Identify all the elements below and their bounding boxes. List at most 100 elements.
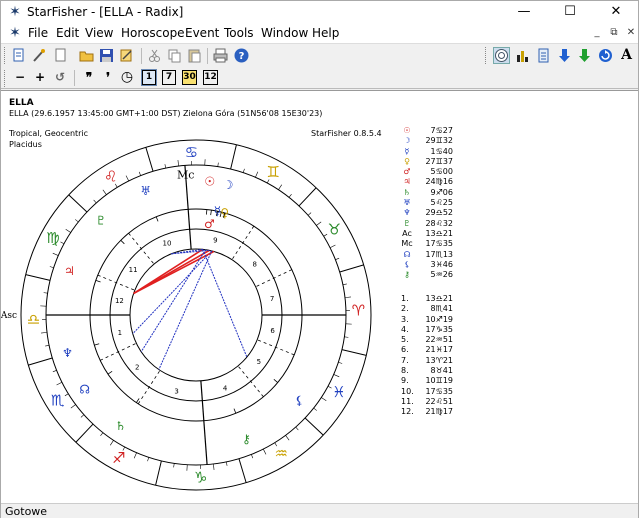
aspect-ring [129, 248, 263, 382]
house-number-label: 6 [270, 327, 275, 335]
planet-position: 13♎21 [425, 228, 453, 238]
mdi-minimize-button[interactable]: _ [589, 26, 605, 40]
house-number: 3. [401, 314, 409, 324]
open-folder-icon[interactable] [78, 47, 95, 64]
new-file-icon[interactable] [10, 47, 27, 64]
planet-tick [107, 370, 113, 375]
degree-tick [93, 199, 97, 204]
degree-tick [344, 336, 349, 338]
document-icon[interactable]: ✶ [7, 25, 23, 41]
planet-row: ☽ 29♊32 [397, 136, 457, 146]
house-number: 8. [401, 366, 409, 376]
save-icon[interactable] [98, 47, 115, 64]
cut-icon[interactable] [146, 47, 163, 64]
zoom-out-button[interactable]: − [12, 69, 28, 85]
planet-row: ♃ 24♍16 [397, 177, 457, 187]
mdi-restore-button[interactable]: ⧉ [606, 26, 622, 40]
print-icon[interactable] [212, 47, 229, 64]
menu-file[interactable]: File [28, 25, 48, 41]
menu-event[interactable]: Event [185, 25, 219, 41]
open-folder-icon-svg [79, 51, 94, 62]
degree-tick [75, 219, 79, 223]
planet-tick [120, 240, 125, 245]
zoom-in-button[interactable]: + [32, 69, 48, 85]
close-button[interactable]: ✕ [593, 1, 639, 23]
menu-edit[interactable]: Edit [56, 25, 79, 41]
natal-chart-wheel[interactable]: ♈♉♊♋♌♍♎♏♐♑♒♓123 456789101112AscMc ☉ ☽☿ ♀♂♃♄♅… [1, 91, 401, 504]
step-back-fast-button[interactable]: ❞ [81, 69, 97, 85]
window-title: StarFisher - [ELLA - Radix] [27, 5, 184, 19]
copy-icon[interactable] [166, 47, 183, 64]
degree-tick [307, 212, 312, 216]
house-cusp-position: 21♓17 [425, 345, 453, 355]
house-cusp-position: 22♒51 [425, 335, 453, 345]
degree-tick [251, 454, 254, 459]
planet-tick [233, 408, 237, 414]
clock-button[interactable]: ◷ [119, 69, 135, 85]
step-back-button[interactable]: ❜ [100, 69, 116, 85]
paste-icon[interactable] [186, 47, 203, 64]
planet-symbol: ☉ [403, 126, 411, 135]
degree-tick [52, 252, 59, 256]
planet-symbol: Mc [401, 239, 413, 249]
minimize-button[interactable]: — [501, 1, 547, 23]
sign-divider [341, 349, 367, 356]
new-doc-icon[interactable] [52, 47, 69, 64]
zodiac-sign-glyph: ♓ [332, 383, 345, 401]
house-cusp-line [97, 274, 135, 291]
zodiac-sign-glyph: ♊ [266, 163, 279, 181]
planet-row: ♅ 5♌25 [397, 198, 457, 208]
zodiac-sign-glyph: ♈ [352, 301, 365, 319]
refresh-icon[interactable] [597, 47, 614, 64]
house-number: 4. [401, 324, 409, 334]
planet-row: ☉ 7♋27 [397, 126, 457, 136]
wand-icon[interactable] [31, 47, 48, 64]
wheel-view-icon[interactable] [493, 47, 510, 64]
step-30-button[interactable]: 30 [182, 70, 197, 85]
degree-tick [242, 168, 245, 173]
mc-label: Mc [177, 168, 194, 181]
step-1-button[interactable]: 1 [141, 69, 157, 86]
bar-chart-icon[interactable] [514, 47, 531, 64]
font-icon[interactable]: A [618, 47, 635, 64]
step-7-button[interactable]: 7 [162, 70, 176, 85]
help-icon[interactable]: ? [233, 47, 250, 64]
planet-symbol: ☿ [404, 146, 410, 156]
menu-tools[interactable]: Tools [224, 25, 254, 41]
menu-help[interactable]: Help [312, 25, 339, 41]
degree-tick [295, 426, 299, 431]
toolbar-grip[interactable] [4, 47, 7, 64]
status-bar: Gotowe [1, 503, 638, 518]
toolbar-separator [74, 70, 75, 86]
arrow-down-blue-icon[interactable] [556, 47, 573, 64]
aspect-line [132, 250, 213, 335]
degree-tick [125, 175, 129, 182]
planet-row: Mc 17♋35 [397, 239, 457, 249]
house-row: 5. 22♒51 [397, 335, 457, 345]
undo-button[interactable]: ↺ [52, 69, 68, 85]
menu-horoscope[interactable]: Horoscope [121, 25, 185, 41]
maximize-button[interactable]: ☐ [547, 1, 593, 23]
toolbar-grip[interactable] [485, 47, 488, 64]
chart-canvas[interactable]: ELLA ELLA (29.6.1957 13:45:00 GMT+1:00 D… [1, 90, 638, 503]
menu-view[interactable]: View [85, 25, 113, 41]
house-cusp-line [255, 269, 292, 288]
step-12-button[interactable]: 12 [203, 70, 218, 85]
toolbar-grip[interactable] [4, 70, 7, 87]
degree-tick [173, 463, 175, 468]
degree-tick [321, 397, 327, 402]
mdi-close-button[interactable]: ✕ [623, 26, 639, 40]
degree-tick [164, 164, 167, 169]
document-list-icon[interactable] [535, 47, 552, 64]
wand-icon-svg [33, 49, 45, 62]
planet-position: 29♎52 [425, 208, 453, 218]
edit-icon[interactable] [118, 47, 135, 64]
planet-symbol: ⚸ [404, 259, 410, 269]
house-number-label: 8 [252, 261, 256, 269]
house-number-label: 5 [257, 358, 261, 366]
house-row: 6. 21♓17 [397, 345, 457, 355]
degree-tick [285, 435, 290, 441]
arrow-down-green-icon[interactable] [576, 47, 593, 64]
house-number: 9. [401, 376, 409, 386]
menu-window[interactable]: Window [261, 25, 308, 41]
